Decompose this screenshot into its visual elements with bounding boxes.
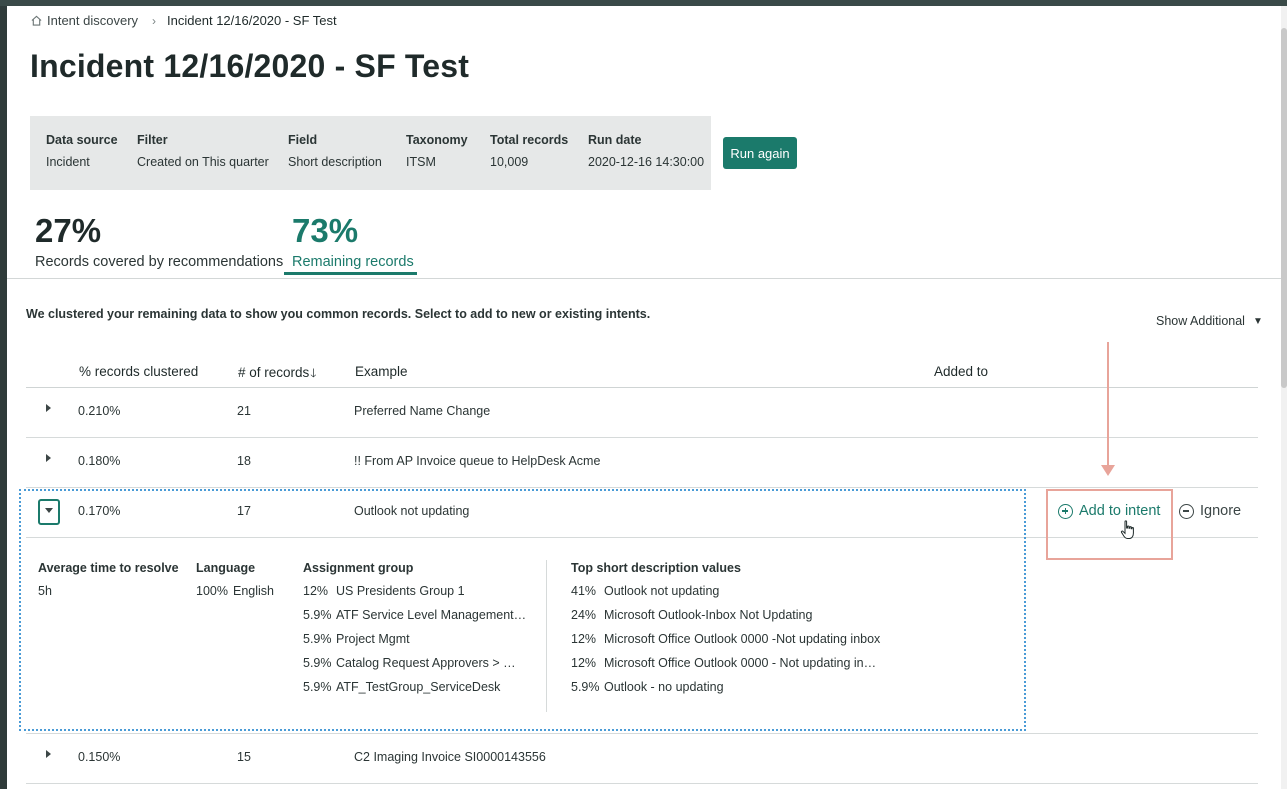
annotation-arrow-head bbox=[1101, 465, 1115, 476]
table-row[interactable]: 0.180% 18 !! From AP Invoice queue to He… bbox=[26, 438, 1258, 488]
header-record-count[interactable]: # of records🡓 bbox=[238, 364, 317, 385]
cluster-intro-text: We clustered your remaining data to show… bbox=[26, 307, 651, 321]
row-count: 15 bbox=[237, 750, 251, 764]
info-total-records: Total records 10,009 bbox=[490, 133, 569, 169]
scrollbar-thumb[interactable] bbox=[1281, 28, 1287, 388]
active-tab-indicator bbox=[284, 272, 417, 275]
row-example: !! From AP Invoice queue to HelpDesk Acm… bbox=[354, 454, 601, 468]
row-count: 18 bbox=[237, 454, 251, 468]
row-pct: 0.180% bbox=[78, 454, 121, 468]
row-pct: 0.150% bbox=[78, 750, 121, 764]
home-icon bbox=[31, 15, 42, 26]
add-to-intent-label: Add to intent bbox=[1079, 503, 1161, 519]
row-example: Preferred Name Change bbox=[354, 404, 491, 418]
breadcrumb-parent-link[interactable]: Intent discovery bbox=[47, 13, 138, 28]
remaining-caption: Remaining records bbox=[292, 254, 414, 270]
expand-row-icon[interactable] bbox=[45, 454, 53, 464]
info-filter: Filter Created on This quarter bbox=[137, 133, 269, 169]
header-example[interactable]: Example bbox=[355, 364, 408, 379]
breadcrumb: Intent discovery › Incident 12/16/2020 -… bbox=[31, 13, 337, 28]
annotation-highlight-box bbox=[1046, 489, 1173, 560]
info-taxonomy: Taxonomy ITSM bbox=[406, 133, 468, 169]
table-row[interactable]: 0.150% 15 C2 Imaging Invoice SI000014355… bbox=[26, 734, 1258, 784]
header-pct-clustered[interactable]: % records clustered bbox=[79, 364, 198, 379]
expand-row-icon[interactable] bbox=[45, 750, 53, 760]
vertical-scrollbar[interactable] bbox=[1281, 6, 1287, 789]
info-run-date: Run date 2020-12-16 14:30:00 bbox=[588, 133, 705, 169]
ignore-label: Ignore bbox=[1200, 503, 1242, 519]
covered-percentage: 27% bbox=[35, 212, 102, 249]
annotation-arrow-line bbox=[1107, 342, 1109, 467]
chevron-right-icon: › bbox=[152, 13, 157, 28]
tabs-divider bbox=[7, 278, 1281, 279]
minus-circle-icon bbox=[1179, 503, 1194, 519]
table-row[interactable]: 0.210% 21 Preferred Name Change bbox=[26, 388, 1258, 438]
show-additional-dropdown[interactable]: Show Additional ▼ bbox=[1156, 314, 1263, 328]
row-count: 21 bbox=[237, 404, 251, 418]
caret-down-icon: ▼ bbox=[1252, 315, 1263, 327]
add-to-intent-button[interactable]: Add to intent bbox=[1058, 503, 1160, 519]
covered-caption: Records covered by recommendations bbox=[35, 254, 284, 270]
tab-remaining-records[interactable]: 73% Remaining records bbox=[292, 212, 414, 270]
hand-pointer-icon bbox=[1120, 520, 1134, 539]
tab-covered-records[interactable]: 27% Records covered by recommendations bbox=[35, 212, 283, 270]
breadcrumb-current: Incident 12/16/2020 - SF Test bbox=[167, 13, 337, 28]
run-again-button[interactable]: Run again bbox=[723, 137, 797, 169]
header-added-to[interactable]: Added to bbox=[934, 364, 988, 379]
info-data-source: Data source Incident bbox=[46, 133, 118, 169]
sort-desc-icon: 🡓 bbox=[310, 366, 317, 380]
info-field: Field Short description bbox=[288, 133, 382, 169]
run-info-panel: Data source Incident Filter Created on T… bbox=[30, 116, 711, 190]
selected-row-focus-outline bbox=[19, 489, 1026, 731]
remaining-percentage: 73% bbox=[292, 212, 359, 249]
row-pct: 0.210% bbox=[78, 404, 121, 418]
row-example: C2 Imaging Invoice SI0000143556 bbox=[354, 750, 546, 764]
main-frame: Intent discovery › Incident 12/16/2020 -… bbox=[7, 6, 1281, 789]
table-header: % records clustered # of records🡓 Exampl… bbox=[26, 358, 1258, 388]
show-additional-label: Show Additional bbox=[1156, 314, 1245, 328]
page-title: Incident 12/16/2020 - SF Test bbox=[30, 48, 470, 84]
expand-row-icon[interactable] bbox=[45, 404, 53, 414]
ignore-button[interactable]: Ignore bbox=[1179, 503, 1241, 519]
plus-circle-icon bbox=[1058, 503, 1073, 519]
